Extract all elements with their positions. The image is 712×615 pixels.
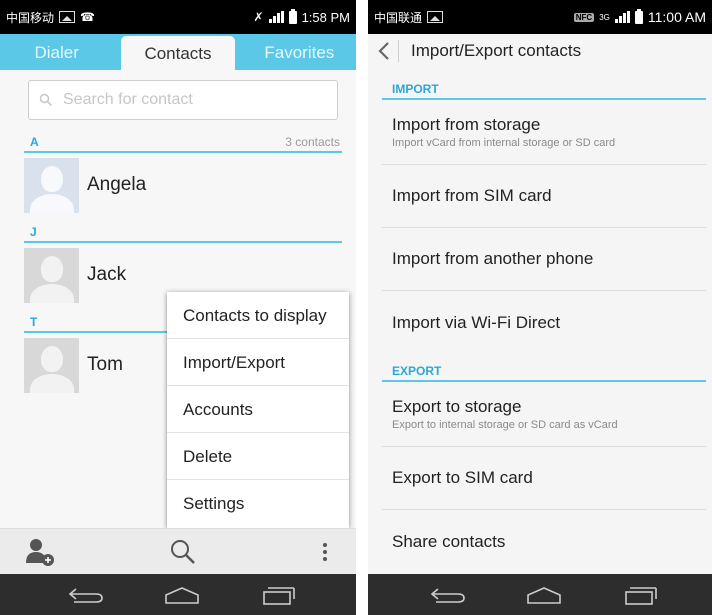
back-arrow-icon[interactable] [368,34,396,68]
navigation-bar [0,574,356,615]
contact-name: Jack [87,264,127,285]
item-title: Export to SIM card [392,468,533,487]
missed-call-icon: ☎ [80,10,95,24]
contact-name: Tom [87,354,123,375]
menu-item-delete[interactable]: Delete [167,433,349,480]
section-header-j: J [24,223,342,243]
contact-row-angela[interactable]: Angela [24,157,342,213]
clock: 1:58 PM [301,9,350,25]
divider [356,0,368,615]
tab-favorites[interactable]: Favorites [243,34,356,70]
avatar [24,157,79,213]
contacts-screen: 中国移动 ☎ ✗ 1:58 PM Dialer Contacts Favorit… [0,0,356,615]
header-separator [398,40,399,62]
import-export-screen: 中国联通 NFC 3G 11:00 AM Import/Export conta… [368,0,712,615]
section-header-import: IMPORT [382,80,706,100]
navigation-bar [368,574,712,615]
signal-icon [268,11,284,23]
overflow-menu-icon[interactable] [318,537,332,567]
item-subtitle: Import vCard from internal storage or SD… [392,137,616,149]
carrier-label: 中国移动 [6,10,55,25]
item-title: Share contacts [392,531,506,551]
battery-icon [288,8,297,24]
section-letter: J [30,225,37,239]
overflow-menu: Contacts to display Import/Export Accoun… [167,292,349,528]
search-icon [39,93,53,107]
import-from-sim[interactable]: Import from SIM card [382,165,706,228]
import-from-storage[interactable]: Import from storage Import vCard from in… [382,102,706,165]
menu-item-import-export[interactable]: Import/Export [167,339,349,386]
recent-apps-icon[interactable] [258,585,298,605]
vibrate-icon: ✗ [253,10,264,24]
import-from-another-phone[interactable]: Import from another phone [382,228,706,291]
section-letter: T [30,315,38,329]
nfc-icon: NFC [573,12,595,22]
item-title: Import from storage [392,115,541,134]
action-bar [0,528,356,574]
export-to-sim[interactable]: Export to SIM card [382,447,706,510]
avatar [24,337,79,393]
page-title: Import/Export contacts [411,41,582,60]
item-title: Import via Wi-Fi Direct [392,312,561,332]
search-input[interactable]: Search for contact [28,80,338,120]
section-header-export: EXPORT [382,362,706,382]
search-icon[interactable] [168,537,198,567]
status-bar: 中国移动 ☎ ✗ 1:58 PM [0,0,356,34]
battery-icon [634,8,643,24]
back-icon[interactable] [428,585,468,605]
contact-name: Angela [87,174,147,195]
status-bar: 中国联通 NFC 3G 11:00 AM [368,0,712,34]
item-title: Import from another phone [392,249,594,268]
import-via-wifi-direct[interactable]: Import via Wi-Fi Direct [382,291,706,354]
home-icon[interactable] [162,585,202,605]
network-type: 3G [599,12,610,22]
signal-icon [614,11,630,23]
tab-bar: Dialer Contacts Favorites [0,34,356,70]
share-contacts[interactable]: Share contacts [382,510,706,573]
menu-item-accounts[interactable]: Accounts [167,386,349,433]
item-title: Import from SIM card [392,186,552,205]
menu-item-settings[interactable]: Settings [167,480,349,527]
contact-count: 3 contacts [285,135,340,149]
menu-item-contacts-to-display[interactable]: Contacts to display [167,292,349,339]
recent-apps-icon[interactable] [620,585,660,605]
app-header: Import/Export contacts [368,34,712,68]
section-letter: A [30,135,39,149]
tab-contacts[interactable]: Contacts [121,36,235,70]
back-icon[interactable] [66,585,106,605]
search-placeholder: Search for contact [63,91,193,108]
screenshot-notification-icon [427,11,444,23]
export-to-storage[interactable]: Export to storage Export to internal sto… [382,384,706,447]
item-subtitle: Export to internal storage or SD card as… [392,419,618,431]
clock: 11:00 AM [647,9,706,25]
tab-dialer[interactable]: Dialer [0,34,113,70]
home-icon[interactable] [524,585,564,605]
screenshot-notification-icon [59,11,76,23]
section-header-a: A 3 contacts [24,133,342,153]
add-contact-icon[interactable] [24,537,58,567]
avatar [24,247,79,303]
carrier-label: 中国联通 [374,10,423,25]
item-title: Export to storage [392,397,522,416]
